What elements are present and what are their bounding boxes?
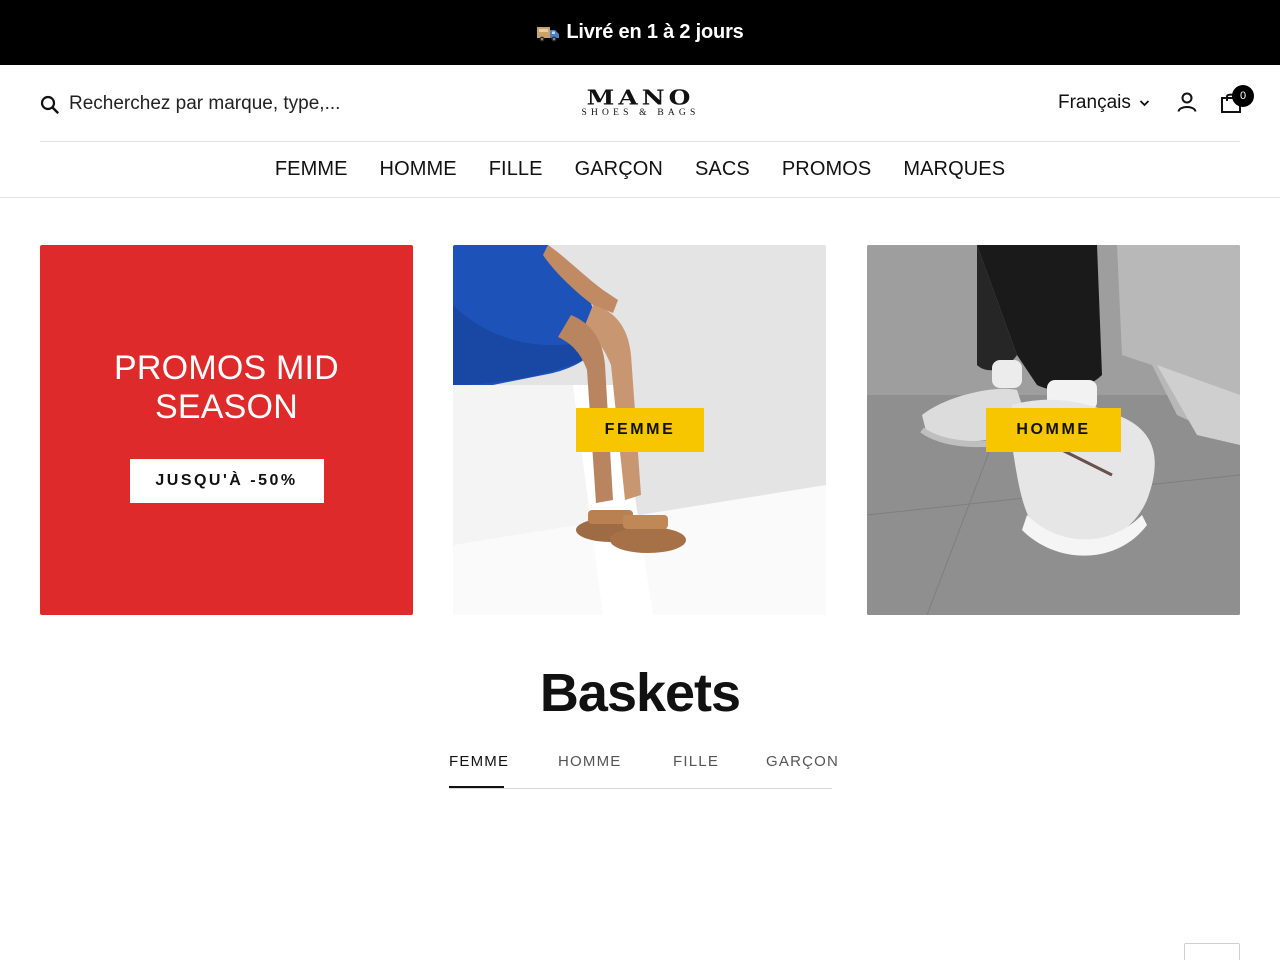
tab-fille[interactable]: FILLE <box>673 753 719 770</box>
category-tabs: FEMME HOMME FILLE GARÇON <box>449 740 838 789</box>
account-icon[interactable] <box>1176 91 1198 113</box>
nav-item-promos[interactable]: PROMOS <box>766 158 888 181</box>
homme-label[interactable]: HOMME <box>986 408 1121 452</box>
tab-homme[interactable]: HOMME <box>558 753 622 770</box>
tab-femme[interactable]: FEMME <box>449 753 509 770</box>
logo-wordmark: MANO <box>586 85 695 110</box>
homme-tile[interactable]: HOMME <box>867 245 1240 615</box>
main-nav: FEMME HOMME FILLE GARÇON SACS PROMOS MAR… <box>0 142 1280 197</box>
logo-tagline: SHOES & BAGS <box>581 108 700 118</box>
promo-title: PROMOS MID SEASON <box>114 349 339 426</box>
search-input[interactable] <box>69 93 399 115</box>
chevron-down-icon <box>1139 99 1150 107</box>
nav-item-fille[interactable]: FILLE <box>473 158 559 181</box>
section-title: Baskets <box>539 663 741 723</box>
nav-item-marques[interactable]: MARQUES <box>887 158 1021 181</box>
language-selector[interactable]: Français <box>1058 92 1150 114</box>
nav-item-femme[interactable]: FEMME <box>259 158 364 181</box>
nav-item-garcon[interactable]: GARÇON <box>559 158 679 181</box>
tab-garcon[interactable]: GARÇON <box>766 753 839 770</box>
scroll-button[interactable] <box>1184 943 1240 960</box>
announcement-bar: Livré en 1 à 2 jours <box>0 0 1280 65</box>
promo-button[interactable]: JUSQU'À -50% <box>129 459 324 503</box>
femme-label[interactable]: FEMME <box>576 408 704 452</box>
nav-item-sacs[interactable]: SACS <box>679 158 766 181</box>
nav-item-homme[interactable]: HOMME <box>364 158 473 181</box>
site-header: MANO SHOES & BAGS Français <box>0 65 1280 142</box>
announcement-text: Livré en 1 à 2 jours <box>566 21 744 43</box>
femme-tile[interactable]: FEMME <box>453 245 826 615</box>
nav-divider <box>0 197 1280 198</box>
cart-count-badge: 0 <box>1232 85 1254 107</box>
truck-icon <box>536 23 560 43</box>
active-tab-indicator <box>449 786 504 788</box>
search-icon[interactable] <box>40 95 59 114</box>
search-bar <box>40 90 399 118</box>
language-label: Français <box>1058 92 1131 113</box>
promo-tile[interactable]: PROMOS MID SEASON JUSQU'À -50% <box>40 245 413 615</box>
site-logo[interactable]: MANO SHOES & BAGS <box>570 87 711 121</box>
